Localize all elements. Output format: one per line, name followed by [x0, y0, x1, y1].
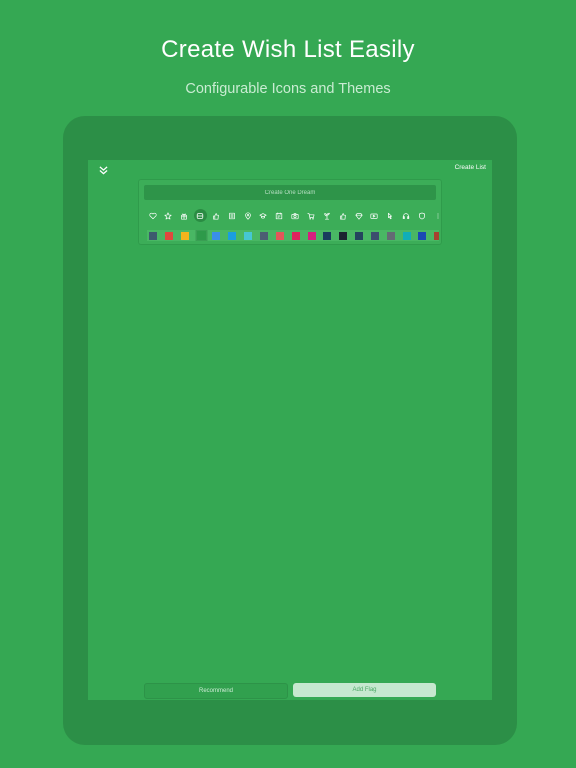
color-swatch[interactable]	[164, 232, 173, 240]
color-swatch[interactable]	[228, 232, 237, 240]
pointer-icon[interactable]	[384, 209, 397, 222]
create-list-button[interactable]: Create List	[455, 164, 486, 171]
create-dream-panel	[138, 179, 442, 245]
diamond-icon[interactable]	[352, 209, 365, 222]
headphones-icon[interactable]	[400, 209, 413, 222]
app-screen: Create List Recommend Add Flag	[88, 160, 492, 700]
calendar-icon[interactable]	[273, 209, 286, 222]
shield-icon[interactable]	[415, 209, 428, 222]
star-icon[interactable]	[162, 209, 175, 222]
color-swatch[interactable]	[180, 232, 189, 240]
color-swatch[interactable]	[291, 232, 300, 240]
color-swatch[interactable]	[149, 232, 157, 240]
promo-subtitle: Configurable Icons and Themes	[185, 81, 391, 97]
location-icon[interactable]	[241, 209, 254, 222]
dream-name-input[interactable]	[144, 185, 436, 200]
color-swatch[interactable]	[244, 232, 253, 240]
color-swatch[interactable]	[434, 232, 439, 240]
heart-icon[interactable]	[147, 209, 159, 222]
color-swatch[interactable]	[212, 232, 221, 240]
color-swatch[interactable]	[339, 232, 348, 240]
plant-icon[interactable]	[320, 209, 333, 222]
double-chevron-down-icon[interactable]	[96, 163, 110, 177]
video-icon[interactable]	[368, 209, 381, 222]
promo-title: Create Wish List Easily	[161, 36, 415, 63]
gift-icon[interactable]	[178, 209, 191, 222]
color-swatch[interactable]	[402, 232, 411, 240]
card-icon[interactable]	[193, 209, 207, 222]
cart-icon[interactable]	[305, 209, 318, 222]
color-swatch[interactable]	[259, 232, 268, 240]
list-icon[interactable]	[225, 209, 238, 222]
color-swatch[interactable]	[307, 232, 316, 240]
graduation-icon[interactable]	[257, 209, 270, 222]
color-swatch[interactable]	[323, 232, 332, 240]
color-swatch[interactable]	[275, 232, 284, 240]
color-swatch[interactable]	[196, 231, 206, 240]
color-swatch[interactable]	[355, 232, 364, 240]
like-icon[interactable]	[336, 209, 349, 222]
color-swatch[interactable]	[418, 232, 427, 240]
camera-icon[interactable]	[289, 209, 302, 222]
recommend-button[interactable]: Recommend	[144, 683, 288, 699]
more-icon[interactable]	[431, 209, 441, 222]
icon-picker	[147, 209, 441, 223]
add-flag-button[interactable]: Add Flag	[293, 683, 436, 697]
color-swatch[interactable]	[370, 232, 379, 240]
thumbs-up-icon[interactable]	[209, 209, 222, 222]
color-picker	[147, 230, 439, 241]
color-swatch[interactable]	[386, 232, 395, 240]
